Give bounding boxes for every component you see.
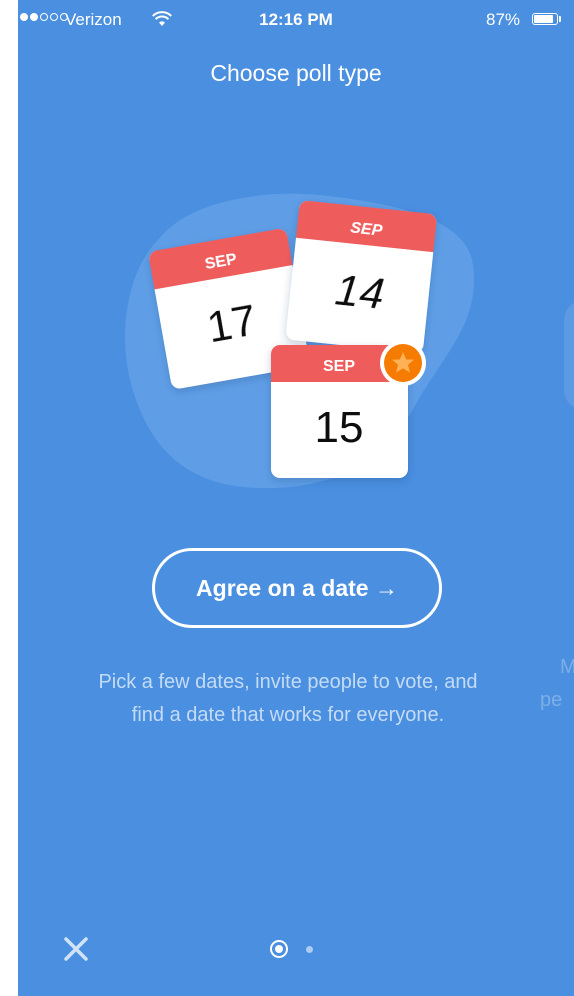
- page-dot-active[interactable]: [270, 940, 288, 958]
- agree-on-date-button[interactable]: Agree on a date →: [152, 548, 442, 628]
- calendar-illustration: SEP 17 SEP 14 SEP 15: [125, 193, 474, 489]
- screen: Verizon 12:16 PM 87% Choose poll type SE…: [18, 0, 574, 996]
- star-icon: [380, 340, 426, 386]
- poll-type-description: Pick a few dates, invite people to vote,…: [98, 671, 478, 726]
- calendar-day-14: 14: [333, 265, 387, 319]
- battery-icon: [532, 13, 558, 25]
- battery-percentage: 87%: [486, 10, 521, 29]
- page-dot[interactable]: [306, 945, 313, 953]
- next-card-description-peek: M pe: [540, 656, 574, 711]
- close-icon[interactable]: [62, 935, 90, 963]
- calendar-day-15: 15: [315, 403, 364, 452]
- calendar-month-14: SEP: [349, 219, 383, 239]
- status-bar: Verizon 12:16 PM 87%: [18, 0, 574, 40]
- page-title: Choose poll type: [210, 60, 382, 86]
- next-card-illustration-peek: [564, 300, 574, 410]
- page-indicator[interactable]: [270, 940, 313, 958]
- calendar-day-17: 17: [203, 296, 260, 353]
- calendar-card-14: SEP 14: [286, 200, 437, 353]
- calendar-month-15: SEP: [323, 358, 355, 375]
